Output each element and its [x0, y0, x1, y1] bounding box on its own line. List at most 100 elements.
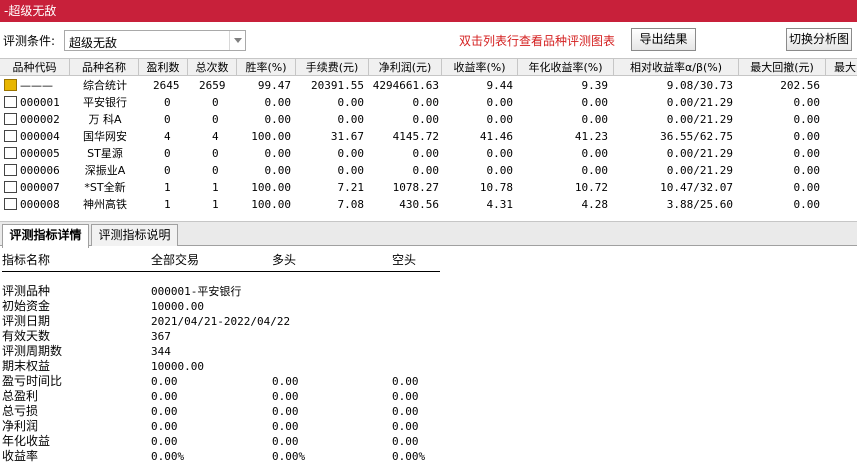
col-header-win-count[interactable]: 盈利数	[139, 59, 188, 76]
table-row[interactable]: 000005 ST星源 0 0 0.00 0.00 0.00 0.00 0.00…	[0, 145, 857, 162]
detail-value-all: 0.00	[151, 375, 178, 388]
table-row[interactable]: 000006 深振业A 0 0 0.00 0.00 0.00 0.00 0.00…	[0, 162, 857, 179]
detail-value-long: 0.00	[272, 420, 299, 433]
cell-profit: 1078.27	[392, 181, 439, 194]
col-header-name[interactable]: 品种名称	[70, 59, 139, 76]
tab-metric-details[interactable]: 评测指标详情	[2, 224, 89, 248]
cell-drawdown: 0.00	[793, 113, 821, 126]
condition-select[interactable]: 超级无敌	[64, 30, 246, 51]
cell-name: 平安银行	[83, 96, 127, 109]
cell-code: 000007	[20, 181, 60, 194]
cell-name: 国华网安	[83, 130, 127, 143]
col-header-net-profit[interactable]: 净利润(元)	[369, 59, 442, 76]
chevron-down-icon[interactable]	[229, 31, 245, 50]
results-table: 品种代码 品种名称 盈利数 总次数 胜率(%) 手续费(元) 净利润(元) 收益…	[0, 58, 857, 214]
cell-annual: 4.28	[581, 198, 609, 211]
detail-value-short: 0.00	[392, 390, 419, 403]
cell-total: 1	[212, 198, 219, 211]
col-header-code[interactable]: 品种代码	[0, 59, 70, 76]
cell-return: 9.44	[486, 79, 514, 92]
cell-name: 神州高铁	[83, 198, 127, 211]
table-row[interactable]: 000002 万 科A 0 0 0.00 0.00 0.00 0.00 0.00…	[0, 111, 857, 128]
cell-relative: 9.08/30.73	[666, 79, 733, 92]
table-row[interactable]: 000001 平安银行 0 0 0.00 0.00 0.00 0.00 0.00…	[0, 94, 857, 111]
cell-relative: 0.00/21.29	[666, 164, 733, 177]
detail-row-label: 总亏损	[2, 404, 39, 418]
cell-rate: 0.00	[264, 147, 292, 160]
col-header-annual-return[interactable]: 年化收益率(%)	[518, 59, 614, 76]
detail-row: 有效天数 367	[0, 329, 857, 344]
cell-rate: 0.00	[264, 164, 292, 177]
col-header-win-rate[interactable]: 胜率(%)	[237, 59, 296, 76]
detail-row: 初始资金 10000.00	[0, 299, 857, 314]
cell-rate: 0.00	[264, 96, 292, 109]
col-header-fee[interactable]: 手续费(元)	[296, 59, 369, 76]
cell-fee: 7.21	[337, 181, 365, 194]
cell-return: 41.46	[479, 130, 513, 143]
detail-value-all: 367	[151, 330, 171, 343]
export-results-button[interactable]: 导出结果	[631, 28, 696, 51]
cell-relative: 3.88/25.60	[666, 198, 733, 211]
table-row[interactable]: 000007 *ST全新 1 1 100.00 7.21 1078.27 10.…	[0, 179, 857, 196]
cell-profit: 0.00	[412, 147, 440, 160]
cell-profit: 430.56	[399, 198, 439, 211]
row-checkbox-icon[interactable]	[4, 198, 17, 210]
cell-relative: 10.47/32.07	[660, 181, 733, 194]
cell-code: 000001	[20, 96, 60, 109]
table-row-summary[interactable]: ——— 综合统计 2645 2659 99.47 20391.55 429466…	[0, 77, 857, 94]
detail-value-short: 0.00	[392, 420, 419, 433]
cell-total: 0	[212, 96, 219, 109]
detail-row: 评测品种 000001-平安银行	[0, 284, 857, 299]
toolbar: 评测条件: 超级无敌 双击列表行查看品种评测图表 导出结果 切换分析图	[0, 22, 857, 58]
cell-fee: 20391.55	[311, 79, 364, 92]
col-header-relative-return[interactable]: 相对收益率α/β(%)	[614, 59, 739, 76]
cell-rate: 100.00	[251, 198, 291, 211]
double-click-hint: 双击列表行查看品种评测图表	[459, 34, 616, 48]
row-checkbox-icon[interactable]	[4, 130, 17, 142]
col-header-max-drawdown[interactable]: 最大回撤(元)	[739, 59, 826, 76]
cell-win: 0	[164, 147, 171, 160]
detail-value-all: 0.00%	[151, 450, 185, 463]
cell-return: 0.00	[486, 96, 514, 109]
col-header-return[interactable]: 收益率(%)	[442, 59, 518, 76]
table-row[interactable]: 000004 国华网安 4 4 100.00 31.67 4145.72 41.…	[0, 128, 857, 145]
tab-metric-explanation[interactable]: 评测指标说明	[91, 224, 178, 246]
cell-relative: 0.00/21.29	[666, 113, 733, 126]
cell-total: 0	[212, 113, 219, 126]
detail-header-short: 空头	[392, 253, 417, 267]
row-checkbox-icon[interactable]	[4, 147, 17, 159]
cell-rate: 99.47	[257, 79, 291, 92]
row-checkbox-icon[interactable]	[4, 164, 17, 176]
table-row[interactable]: 000008 神州高铁 1 1 100.00 7.08 430.56 4.31 …	[0, 196, 857, 213]
detail-value-all: 000001-平安银行	[151, 285, 242, 298]
detail-value-long: 0.00	[272, 405, 299, 418]
detail-row-label: 总盈利	[2, 389, 39, 403]
table-header: 品种代码 品种名称 盈利数 总次数 胜率(%) 手续费(元) 净利润(元) 收益…	[0, 58, 857, 76]
switch-chart-button[interactable]: 切换分析图	[786, 28, 852, 51]
cell-win: 0	[164, 164, 171, 177]
detail-row: 总亏损 0.00 0.00 0.00	[0, 404, 857, 419]
cell-code: 000006	[20, 164, 60, 177]
row-checkbox-icon[interactable]	[4, 96, 17, 108]
cell-win: 2645	[153, 79, 180, 92]
col-header-total-count[interactable]: 总次数	[188, 59, 237, 76]
col-header-max-more[interactable]: 最大	[826, 59, 857, 76]
detail-row-label: 净利润	[2, 419, 39, 433]
cell-code: 000005	[20, 147, 60, 160]
detail-tabs: 评测指标详情 评测指标说明	[0, 221, 857, 248]
detail-row-label: 盈亏时间比	[2, 374, 63, 388]
cell-code: 000008	[20, 198, 60, 211]
condition-select-value: 超级无敌	[69, 36, 118, 50]
row-checkbox-icon[interactable]	[4, 181, 17, 193]
cell-fee: 0.00	[337, 164, 365, 177]
row-checkbox-icon[interactable]	[4, 113, 17, 125]
detail-row-label: 收益率	[2, 449, 39, 463]
detail-row-label: 评测品种	[2, 284, 51, 298]
detail-value-long: 0.00	[272, 435, 299, 448]
detail-value-all: 344	[151, 345, 171, 358]
cell-relative: 0.00/21.29	[666, 147, 733, 160]
detail-header-metric: 指标名称	[2, 253, 51, 267]
cell-rate: 100.00	[251, 181, 291, 194]
cell-rate: 100.00	[251, 130, 291, 143]
detail-row-label: 评测周期数	[2, 344, 63, 358]
